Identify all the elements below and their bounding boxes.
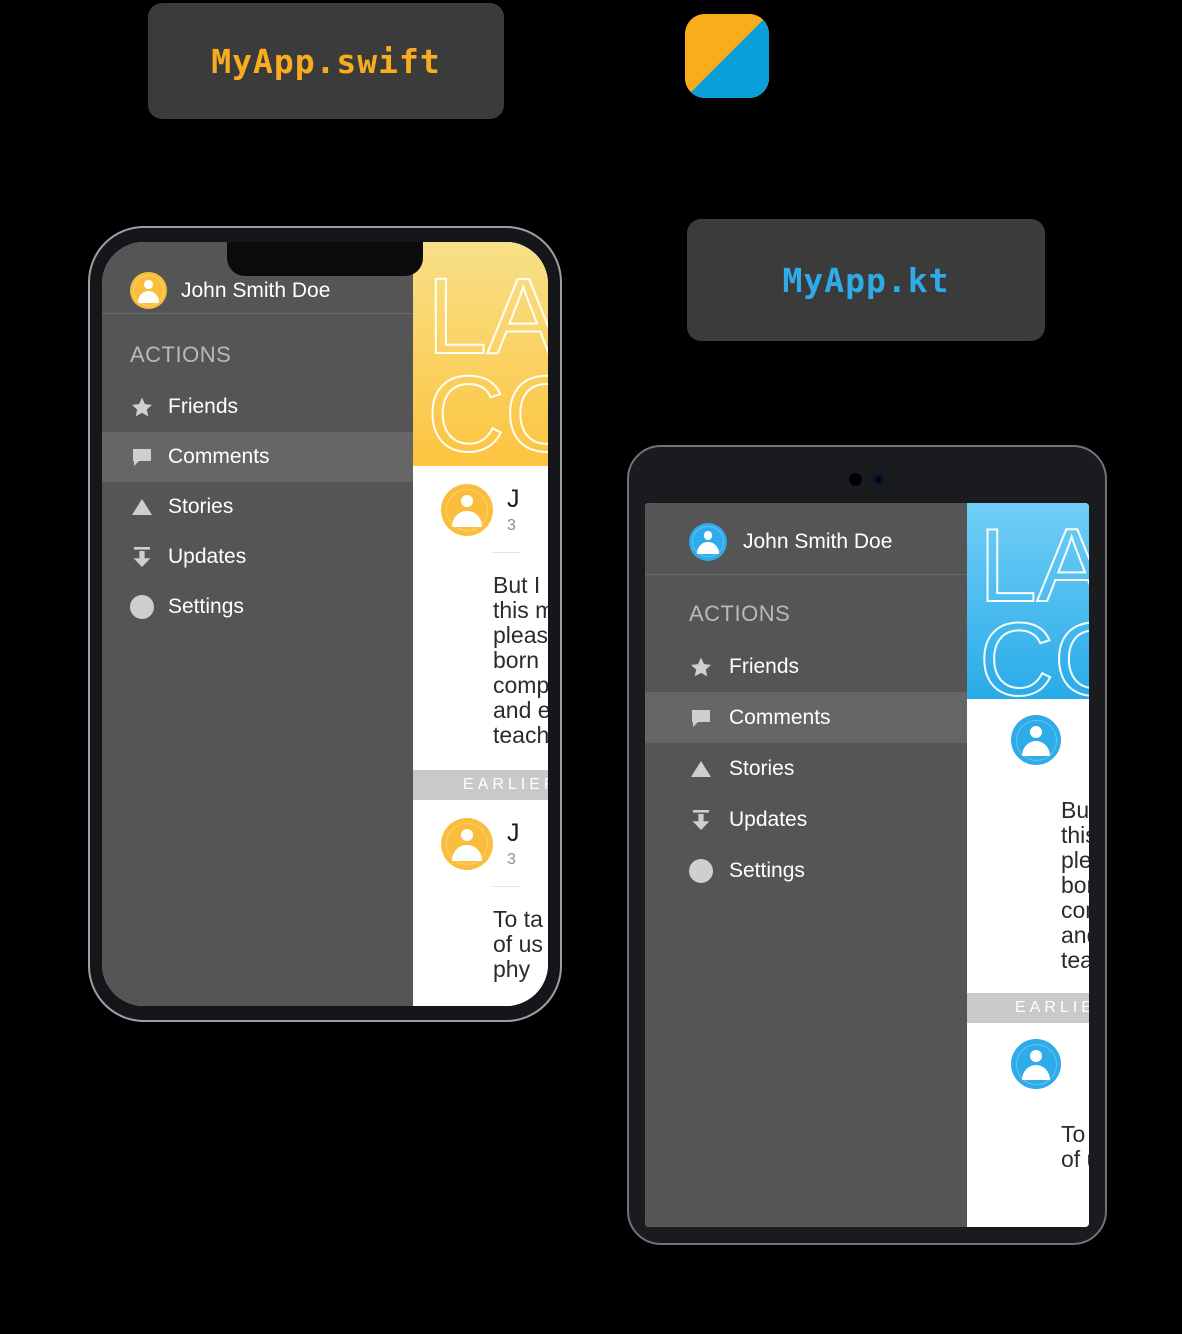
hero-letters-line2: CO <box>426 353 548 466</box>
sidebar-user-name: John Smith Doe <box>181 278 331 302</box>
star-icon <box>689 655 713 679</box>
app-icon[interactable] <box>685 14 769 98</box>
iphone-notch <box>227 242 423 276</box>
sidebar-item-label: Friends <box>729 654 800 678</box>
sidebar-user-name: John Smith Doe <box>743 529 893 553</box>
sidebar-item-label: Settings <box>168 595 244 618</box>
comment-header: Jack 3 week <box>1011 1039 1061 1089</box>
camera-icon <box>872 473 885 486</box>
sidebar-item-stories[interactable]: Stories <box>102 482 413 532</box>
file-chip-kotlin[interactable]: MyApp.kt <box>687 219 1045 341</box>
download-icon <box>689 808 713 832</box>
device-android-tablet: John Smith Doe ACTIONS Friends Comments <box>627 445 1107 1245</box>
user-avatar <box>689 522 727 561</box>
sidebar-item-label: Comments <box>729 705 831 729</box>
sidebar-item-comments[interactable]: Comments <box>102 432 413 482</box>
comment-post[interactable]: Jane 3 hours But I this m pleas born com… <box>413 466 548 770</box>
circle-icon <box>689 858 713 883</box>
comment-meta: Jack 3 week <box>507 819 520 869</box>
sidebar-item-label: Updates <box>168 545 247 568</box>
bubble-icon <box>130 445 154 469</box>
sidebar-section-label: ACTIONS <box>689 601 791 626</box>
file-chip-swift[interactable]: MyApp.swift <box>148 3 504 119</box>
comment-author: Jane <box>507 485 520 513</box>
iphone-sidebar: John Smith Doe ACTIONS Friends Comments <box>102 242 413 1006</box>
download-icon <box>130 545 154 569</box>
comment-timestamp: 3 hours <box>507 517 520 534</box>
comment-avatar <box>1011 715 1061 765</box>
tablet-sidebar: John Smith Doe ACTIONS Friends Comments <box>645 503 967 1227</box>
sidebar-item-label: Comments <box>168 445 270 468</box>
iphone-screen: John Smith Doe ACTIONS Friends Comments <box>102 242 548 1006</box>
comment-post[interactable]: Jane 3 hours But I this m pleas born com… <box>967 699 1089 993</box>
sidebar-item-friends[interactable]: Friends <box>102 382 413 432</box>
tablet-screen: John Smith Doe ACTIONS Friends Comments <box>645 503 1089 1227</box>
sidebar-item-settings[interactable]: Settings <box>645 845 967 896</box>
comment-post[interactable]: Jack 3 week To ta of us phy <box>413 800 548 1004</box>
comment-avatar <box>441 484 493 536</box>
comment-avatar <box>1011 1039 1061 1089</box>
comment-header: Jane 3 hours <box>1011 715 1061 765</box>
comment-body: But I this m pleas born comp and e teach <box>1061 797 1089 973</box>
comment-body: But I this m pleas born comp and e teach <box>493 572 548 748</box>
section-divider-earlier: EARLIER <box>967 993 1089 1023</box>
comment-divider <box>493 886 520 887</box>
sidebar-item-stories[interactable]: Stories <box>645 743 967 794</box>
comment-timestamp: 3 week <box>507 851 520 868</box>
comment-header: Jane 3 hours <box>441 484 520 536</box>
sidebar-item-label: Settings <box>729 858 805 882</box>
sidebar-user-row[interactable]: John Smith Doe <box>645 503 967 575</box>
comment-body: To ta of us phy <box>493 906 543 982</box>
sidebar-item-label: Stories <box>168 495 234 518</box>
comment-meta: Jane 3 hours <box>507 485 520 535</box>
comment-post[interactable]: Jack 3 week To ta of us <box>967 1023 1089 1192</box>
comment-body: To ta of us <box>1061 1121 1089 1172</box>
file-chip-swift-label: MyApp.swift <box>211 41 441 81</box>
content-hero-banner: LA CO <box>967 503 1089 699</box>
file-chip-kotlin-label: MyApp.kt <box>782 260 950 300</box>
sidebar-item-label: Updates <box>729 807 808 831</box>
comment-header: Jack 3 week <box>441 818 520 870</box>
star-icon <box>130 395 154 419</box>
sidebar-item-label: Stories <box>729 756 795 780</box>
sidebar-item-label: Friends <box>168 395 239 418</box>
sidebar-item-comments[interactable]: Comments <box>645 692 967 743</box>
content-hero-banner: LA CO <box>413 242 548 466</box>
sensor-icon <box>849 473 862 486</box>
comment-author: Jack <box>507 819 520 847</box>
sidebar-section-label: ACTIONS <box>130 342 232 367</box>
sidebar-item-settings[interactable]: Settings <box>102 582 413 632</box>
triangle-icon <box>130 495 154 519</box>
scene: MyApp.swift MyApp.kt John Smith Doe ACTI… <box>0 0 1182 1334</box>
app-icon-diagonal-glyph <box>685 14 769 98</box>
sidebar-item-updates[interactable]: Updates <box>102 532 413 582</box>
section-divider-label: EARLIER <box>1015 999 1089 1016</box>
section-divider-earlier: EARLIER <box>413 770 548 800</box>
device-iphone: John Smith Doe ACTIONS Friends Comments <box>88 226 562 1022</box>
circle-icon <box>130 595 154 619</box>
sidebar-item-updates[interactable]: Updates <box>645 794 967 845</box>
comment-divider <box>493 552 520 553</box>
triangle-icon <box>689 757 713 781</box>
user-avatar <box>130 272 167 309</box>
sidebar-item-friends[interactable]: Friends <box>645 641 967 692</box>
hero-letters-line2: CO <box>978 602 1089 699</box>
iphone-content: LA CO Jane 3 hours But I this m p <box>413 242 548 1006</box>
comment-avatar <box>441 818 493 870</box>
section-divider-label: EARLIER <box>463 776 548 793</box>
tablet-content: LA CO Jane 3 hours But I this m p <box>967 503 1089 1227</box>
bubble-icon <box>689 706 713 730</box>
tablet-camera-array <box>849 473 885 486</box>
